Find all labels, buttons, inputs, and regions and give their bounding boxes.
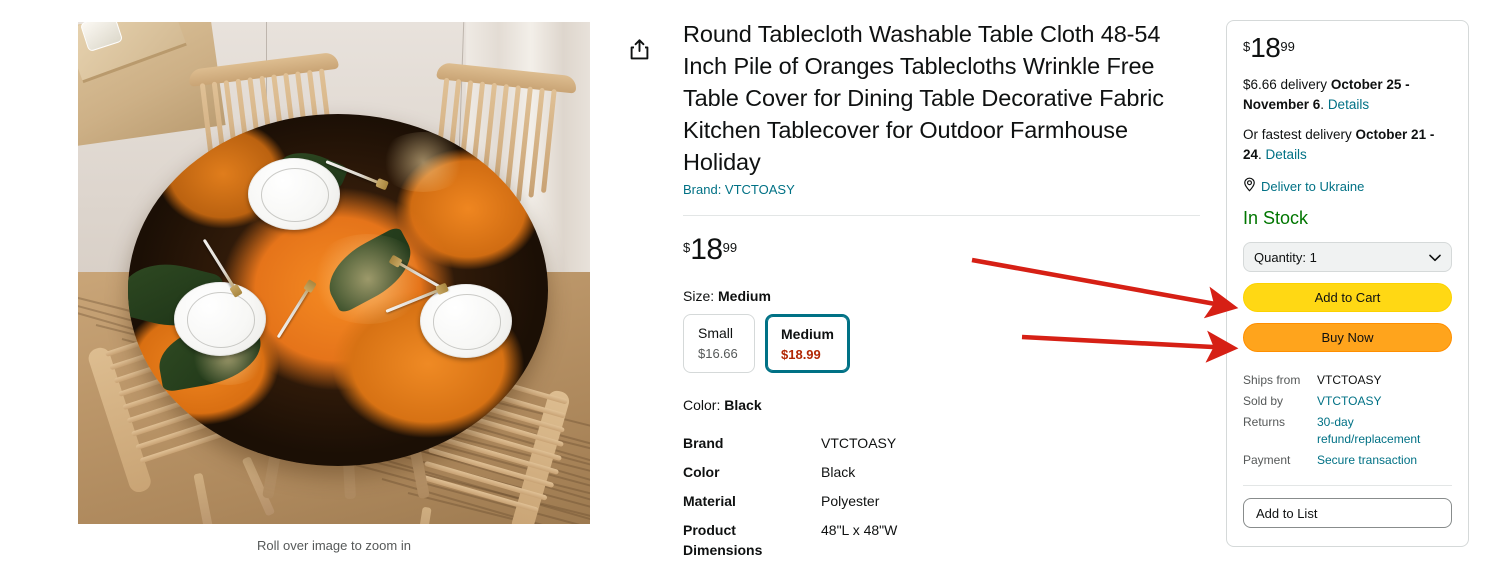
- spec-value: Polyester: [821, 493, 880, 510]
- product-info-column: Round Tablecloth Washable Table Cloth 48…: [683, 18, 1203, 561]
- price-whole: 18: [690, 233, 723, 266]
- spec-key: Color: [683, 464, 720, 481]
- color-label: Color: Black: [683, 397, 1203, 413]
- delivery-cost: $6.66 delivery: [1243, 77, 1331, 92]
- location-pin-icon: [1243, 177, 1256, 195]
- color-selected-value: Black: [724, 397, 762, 414]
- fastest-delivery-info: Or fastest delivery October 21 - 24. Det…: [1243, 125, 1452, 165]
- plate: [174, 282, 266, 356]
- quantity-text: Quantity: 1: [1254, 250, 1317, 265]
- meta-value-ships-from: VTCTOASY: [1317, 373, 1382, 387]
- buybox-price-symbol: $: [1243, 39, 1251, 54]
- add-to-list-button[interactable]: Add to List: [1243, 498, 1452, 528]
- spec-key: Brand: [683, 435, 724, 452]
- delivery-details-link[interactable]: Details: [1328, 97, 1369, 112]
- product-specs-table: Brand VTCTOASY Color Black Material Poly…: [683, 431, 1103, 561]
- seller-meta-table: Ships from VTCTOASY Sold by VTCTOASY Ret…: [1243, 370, 1452, 471]
- meta-key: Payment: [1243, 453, 1291, 467]
- spec-value: 48"L x 48"W: [821, 522, 898, 539]
- price-fraction: 99: [722, 240, 738, 255]
- product-price: $ 18 99: [683, 233, 1203, 266]
- fork: [276, 284, 313, 339]
- meta-value-payment[interactable]: Secure transaction: [1317, 450, 1452, 471]
- meta-key: Ships from: [1243, 373, 1301, 387]
- table-row: Sold by VTCTOASY: [1243, 391, 1452, 412]
- table-row: Ships from VTCTOASY: [1243, 370, 1452, 391]
- table-row: Material Polyester: [683, 489, 1103, 518]
- size-selected-value: Medium: [718, 288, 771, 304]
- fastest-details-link[interactable]: Details: [1266, 147, 1307, 162]
- spec-value: VTCTOASY: [821, 435, 897, 452]
- page-title: Round Tablecloth Washable Table Cloth 48…: [683, 21, 1164, 175]
- share-icon[interactable]: [624, 34, 654, 64]
- product-image-column: Roll over image to zoom in: [78, 22, 590, 553]
- meta-key: Returns: [1243, 415, 1286, 429]
- buy-now-button[interactable]: Buy Now: [1243, 323, 1452, 352]
- fastest-tail: .: [1258, 147, 1266, 162]
- standard-delivery-info: $6.66 delivery October 25 - November 6. …: [1243, 75, 1452, 115]
- brand-link[interactable]: Brand: VTCTOASY: [683, 182, 1203, 197]
- deliver-to-label: Deliver to Ukraine: [1261, 178, 1365, 194]
- buybox-price: $ 18 99: [1243, 32, 1452, 63]
- spec-value: Black: [821, 464, 856, 481]
- table-row: Color Black: [683, 460, 1103, 489]
- spec-key: Product Dimensions: [683, 522, 763, 559]
- size-swatch-group: Small $16.66 Medium $18.99: [683, 314, 1203, 374]
- buy-box: $ 18 99 $6.66 delivery October 25 - Nove…: [1226, 20, 1469, 547]
- table-row: Payment Secure transaction: [1243, 450, 1452, 471]
- table-row: Returns 30-day refund/replacement: [1243, 412, 1452, 450]
- size-option-medium[interactable]: Medium $18.99: [765, 314, 850, 374]
- buybox-divider: [1243, 485, 1452, 486]
- deliver-to-location[interactable]: Deliver to Ukraine: [1243, 177, 1452, 195]
- size-option-medium-name: Medium: [781, 326, 834, 342]
- orange-print-tablecloth: [128, 114, 548, 466]
- meta-value-sold-by[interactable]: VTCTOASY: [1317, 391, 1452, 412]
- add-to-cart-button[interactable]: Add to Cart: [1243, 283, 1452, 312]
- size-option-small-price: $16.66: [698, 345, 738, 361]
- meta-key: Sold by: [1243, 394, 1284, 408]
- quantity-value: 1: [1309, 249, 1317, 265]
- color-label-text: Color:: [683, 397, 721, 414]
- round-table: [128, 114, 548, 514]
- product-hero-image[interactable]: [78, 22, 590, 524]
- plate: [420, 284, 512, 358]
- fastest-prefix: Or fastest delivery: [1243, 127, 1356, 142]
- quantity-label: Quantity:: [1254, 249, 1307, 265]
- size-option-small[interactable]: Small $16.66: [683, 314, 755, 374]
- meta-value-returns[interactable]: 30-day refund/replacement: [1317, 412, 1452, 450]
- product-detail-page: Roll over image to zoom in Round Tablecl…: [0, 0, 1492, 561]
- table-row: Brand VTCTOASY: [683, 431, 1103, 460]
- table-row: Product Dimensions 48"L x 48"W: [683, 518, 1103, 561]
- buybox-price-whole: 18: [1250, 32, 1281, 63]
- spec-key: Material: [683, 493, 736, 510]
- plate: [248, 158, 340, 230]
- status-badge: In Stock: [1243, 208, 1309, 228]
- buybox-price-fraction: 99: [1280, 39, 1295, 54]
- size-option-medium-price: $18.99: [781, 346, 821, 362]
- quantity-select[interactable]: Quantity: 1: [1243, 242, 1452, 272]
- size-label-text: Size:: [683, 288, 715, 304]
- size-label: Size: Medium: [683, 288, 1203, 304]
- price-currency-symbol: $: [683, 240, 691, 255]
- image-zoom-caption: Roll over image to zoom in: [257, 538, 411, 553]
- delivery-tail: .: [1320, 97, 1328, 112]
- section-divider: [683, 215, 1200, 216]
- chevron-down-icon: [1429, 250, 1441, 265]
- size-option-small-name: Small: [698, 325, 734, 341]
